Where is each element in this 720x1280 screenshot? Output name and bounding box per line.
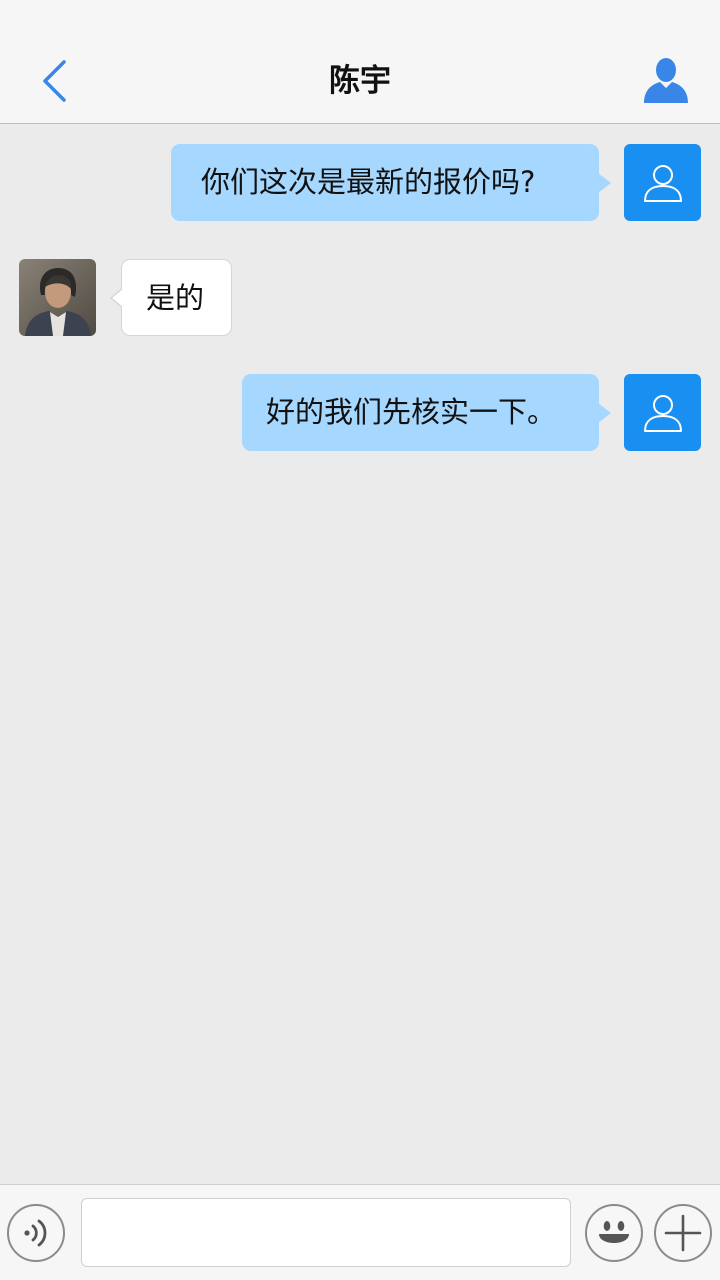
page-title: 陈宇	[329, 63, 391, 99]
add-button[interactable]	[654, 1204, 712, 1262]
contact-photo	[19, 259, 96, 336]
contact-avatar[interactable]	[19, 259, 96, 336]
voice-button[interactable]	[7, 1204, 65, 1262]
message-bubble-outgoing[interactable]: 你们这次是最新的报价吗?	[171, 144, 611, 221]
nav-header: 陈宇	[0, 0, 720, 124]
message-input[interactable]	[81, 1198, 571, 1267]
chat-screen: 陈宇 你们这次是最新的报价吗? 是的 好的我们先核实一下。	[0, 0, 720, 1280]
message-input-bar	[0, 1184, 720, 1280]
smiley-icon	[599, 1221, 629, 1243]
message-bubble-incoming[interactable]: 是的	[110, 259, 232, 336]
user-outline-icon	[643, 394, 682, 432]
user-outline-icon	[643, 164, 682, 202]
message-bubble-outgoing[interactable]: 好的我们先核实一下。	[242, 374, 611, 451]
contact-profile-button[interactable]	[636, 52, 696, 108]
plus-icon	[664, 1214, 702, 1252]
my-avatar[interactable]	[624, 374, 701, 451]
my-avatar[interactable]	[624, 144, 701, 221]
voice-icon	[24, 1219, 47, 1247]
person-icon	[644, 58, 688, 103]
emoji-button[interactable]	[585, 1204, 643, 1262]
